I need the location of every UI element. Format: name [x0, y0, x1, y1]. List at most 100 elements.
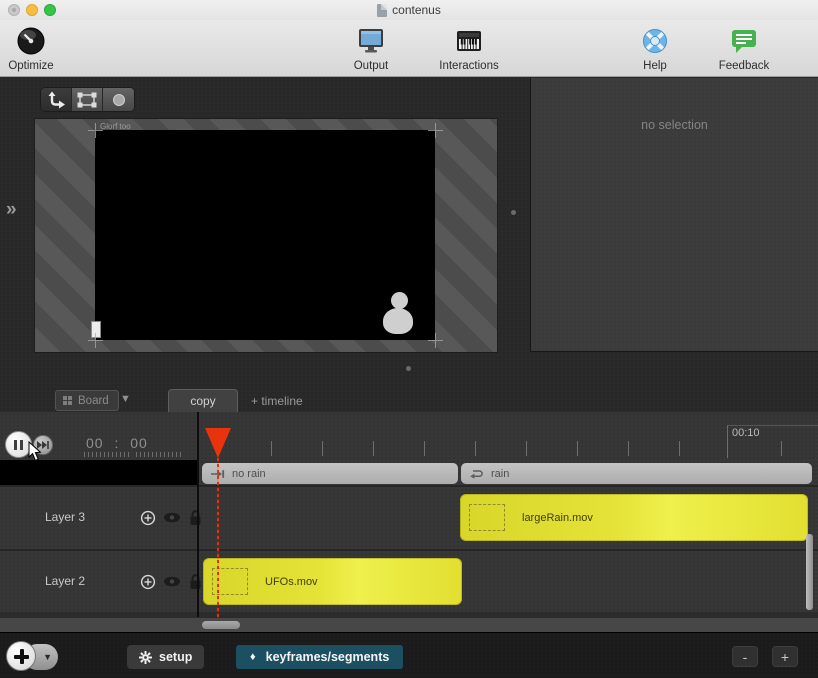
- monitor-icon: [354, 24, 388, 58]
- lifering-icon: [638, 24, 672, 58]
- inspector-panel: no selection: [530, 78, 818, 352]
- keyframes-segments-button[interactable]: ♦ keyframes/segments: [236, 645, 403, 669]
- gauge-icon: [14, 24, 48, 58]
- segment-label: no rain: [232, 468, 266, 480]
- plus-icon: [14, 649, 29, 664]
- layer-row-2: Layer 2 UFOs.mov: [0, 549, 818, 610]
- board-label: Board: [78, 395, 109, 407]
- segment-label: rain: [491, 468, 509, 480]
- time-seconds[interactable]: 00: [130, 435, 148, 451]
- close-button[interactable]: [8, 4, 20, 16]
- timeline-panel: 00 : 00 00:10 no rain: [0, 412, 818, 632]
- corner-crosshair-bottom-right: [428, 333, 443, 348]
- layer-row-3: Layer 3 largeRain.mov: [0, 485, 818, 546]
- zoom-button[interactable]: [44, 4, 56, 16]
- add-dropdown-icon: ▼: [43, 652, 52, 662]
- loop-icon: [469, 468, 484, 479]
- feedback-button[interactable]: Feedback: [702, 24, 786, 72]
- timeline-zoom-in-button[interactable]: +: [772, 646, 798, 667]
- move-tool-button[interactable]: [41, 88, 72, 111]
- gear-icon: [139, 651, 152, 664]
- plus-icon: +: [781, 649, 789, 665]
- time-display[interactable]: 00 : 00: [86, 435, 148, 451]
- keyboard-icon: [452, 24, 486, 58]
- lock-icon[interactable]: [188, 573, 203, 590]
- output-button[interactable]: Output: [329, 24, 413, 72]
- ruler-tick: [628, 441, 629, 456]
- tab-copy[interactable]: copy: [168, 389, 238, 412]
- add-keyframe-icon[interactable]: [140, 510, 156, 526]
- mouse-cursor: [28, 441, 43, 462]
- ruler-tick: [781, 441, 782, 456]
- clip-thumbnail-placeholder: [469, 504, 505, 531]
- add-keyframe-icon[interactable]: [140, 574, 156, 590]
- ruler-tick: [679, 441, 680, 456]
- move-arrow-icon: [46, 91, 66, 109]
- collapse-panel-icon[interactable]: »: [6, 199, 15, 221]
- layer-name[interactable]: Layer 2: [45, 574, 85, 588]
- main-toolbar: Optimize Output: [0, 20, 818, 77]
- help-label: Help: [643, 60, 667, 72]
- no-selection-text: no selection: [531, 118, 818, 132]
- clip-largeRain[interactable]: largeRain.mov: [460, 494, 808, 541]
- corner-crosshair-top-left: [88, 123, 103, 138]
- canvas-tool-group: [40, 87, 135, 112]
- interactions-button[interactable]: Interactions: [427, 24, 511, 72]
- clip-label: largeRain.mov: [522, 512, 593, 524]
- document-icon: [377, 4, 387, 17]
- ruler-tick: [322, 441, 323, 456]
- output-label: Output: [354, 60, 389, 72]
- segment-no-rain[interactable]: no rain: [202, 463, 458, 484]
- time-separator: :: [114, 435, 119, 451]
- visibility-eye-icon[interactable]: [163, 575, 181, 588]
- feedback-label: Feedback: [719, 60, 770, 72]
- time-minutes[interactable]: 00: [86, 435, 104, 451]
- vertical-scrollbar[interactable]: [806, 534, 813, 610]
- setup-button[interactable]: setup: [127, 645, 204, 669]
- vertical-splitter-handle[interactable]: [511, 210, 516, 215]
- window-title: contenus: [392, 3, 441, 17]
- stage[interactable]: [95, 130, 435, 340]
- optimize-button[interactable]: Optimize: [0, 24, 73, 72]
- help-button[interactable]: Help: [613, 24, 697, 72]
- ruler-tick: [526, 441, 527, 456]
- board-selector-button[interactable]: Board: [55, 390, 119, 411]
- corner-crosshair-top-right: [428, 123, 443, 138]
- bottom-toolbar: ▼ setup ♦: [0, 632, 818, 678]
- timeline-ruler[interactable]: 00:10: [199, 412, 818, 458]
- person-placeholder-icon[interactable]: [383, 292, 413, 334]
- optimize-label: Optimize: [8, 60, 53, 72]
- board-dropdown-icon[interactable]: ▼: [120, 393, 131, 405]
- minus-icon: -: [743, 649, 748, 665]
- ruler-tick: [475, 441, 476, 456]
- horizontal-splitter-handle[interactable]: [406, 366, 411, 371]
- visibility-eye-icon[interactable]: [163, 511, 181, 524]
- minimize-button[interactable]: [26, 4, 38, 16]
- transform-tool-button[interactable]: [72, 88, 103, 111]
- title-bar: contenus: [0, 0, 818, 20]
- timeline-zoom-out-button[interactable]: -: [732, 646, 758, 667]
- add-timeline-button[interactable]: + timeline: [251, 394, 303, 408]
- pasteboard[interactable]: Glorf too: [35, 119, 497, 352]
- playhead[interactable]: [205, 428, 231, 458]
- horizontal-scrollbar-track[interactable]: [0, 617, 818, 632]
- board-grid-icon: [63, 396, 72, 405]
- clipped-element-label: Glorf too: [100, 123, 131, 130]
- layer-name[interactable]: Layer 3: [45, 510, 85, 524]
- transform-rect-icon: [76, 91, 98, 109]
- ruler-tick: [577, 441, 578, 456]
- keyframes-label: keyframes/segments: [266, 650, 390, 664]
- speech-bubble-icon: [727, 24, 761, 58]
- horizontal-scrollbar-thumb[interactable]: [202, 621, 240, 629]
- clip-UFOs[interactable]: UFOs.mov: [203, 558, 462, 605]
- ruler-tick: [424, 441, 425, 456]
- minutes-dial[interactable]: [84, 452, 130, 457]
- seconds-dial[interactable]: [136, 452, 182, 457]
- shape-tool-button[interactable]: [103, 88, 134, 111]
- setup-label: setup: [159, 650, 192, 664]
- tab-copy-label: copy: [190, 394, 215, 408]
- traffic-lights: [8, 4, 56, 16]
- lock-icon[interactable]: [188, 509, 203, 526]
- segment-rain[interactable]: rain: [461, 463, 812, 484]
- add-layer-button[interactable]: [6, 641, 36, 671]
